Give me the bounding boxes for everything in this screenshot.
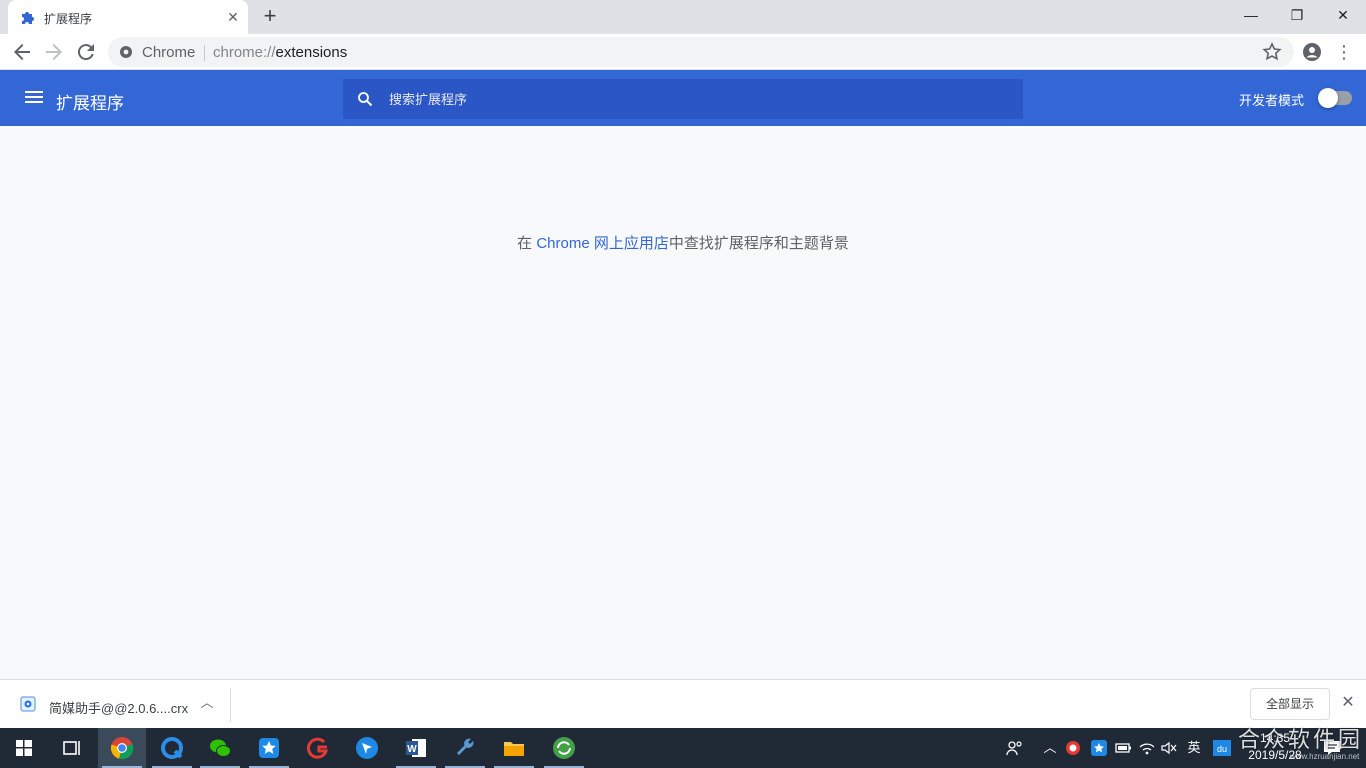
address-bar[interactable]: Chrome chrome://extensions [108,37,1294,67]
developer-mode-toggle[interactable] [1318,88,1352,108]
ime-indicator[interactable]: 英 [1184,738,1204,758]
reload-icon [77,44,94,61]
reload-button[interactable] [74,40,98,64]
web-store-link[interactable]: Chrome 网上应用店 [536,235,669,252]
tray-app-star-icon[interactable] [1090,738,1108,758]
word-icon: W [406,739,426,757]
crx-file-icon [20,696,36,712]
download-shelf: 简媒助手@@2.0.6....crx ︿ 全部显示 ✕ [0,679,1366,728]
taskbar-chrome[interactable] [98,728,146,768]
svg-text:du: du [1217,744,1227,754]
back-button[interactable] [10,40,34,64]
new-tab-button[interactable]: + [258,5,282,28]
windows-logo-icon [16,740,32,756]
site-watermark-url: www.hzruanjian.net [1290,752,1360,761]
browser-toolbar: Chrome chrome://extensions ⋮ [0,34,1366,70]
empty-state-message: 在 Chrome 网上应用店中查找扩展程序和主题背景 [0,232,1366,253]
tray-expand-icon[interactable]: ︿ [1040,738,1060,758]
wechat-icon [210,739,231,757]
page-title: 扩展程序 [56,94,124,113]
app-red-icon [306,737,329,759]
puzzle-icon [22,12,34,24]
close-shelf-icon[interactable]: ✕ [1338,693,1358,713]
app-bird-icon [356,737,378,759]
taskbar-app-star[interactable] [245,728,293,768]
forward-button[interactable] [42,40,66,64]
hamburger-menu-icon[interactable] [22,88,46,108]
chevron-up-icon[interactable]: ︿ [198,694,216,712]
taskbar-word[interactable]: W [392,728,440,768]
browser-q-icon [161,737,183,759]
site-label: Chrome [142,44,196,61]
tab-title: 扩展程序 [44,12,93,26]
download-file-name[interactable]: 简媒助手@@2.0.6....crx [49,698,188,717]
svg-text:W: W [407,744,417,755]
minimize-button[interactable]: — [1228,0,1274,32]
shelf-divider [230,688,231,722]
chrome-site-icon [120,46,132,58]
omnibox-divider [204,45,205,61]
extensions-header: 扩展程序 开发者模式 [0,70,1366,126]
extensions-content: 在 Chrome 网上应用店中查找扩展程序和主题背景 [0,126,1366,679]
app-green-icon [553,737,575,759]
battery-icon[interactable] [1114,738,1132,758]
chrome-icon [110,737,134,760]
toggle-knob [1318,88,1338,108]
back-arrow-icon [14,44,30,60]
baidu-input-icon[interactable]: du [1212,738,1232,758]
taskbar-wechat[interactable] [196,728,244,768]
task-view-icon [63,741,80,755]
tab-extensions[interactable]: 扩展程序 ✕ [8,0,248,34]
windows-taskbar: W ︿ 英 du 14:35 2019/5/28 [0,728,1366,768]
tray-app-red-icon[interactable] [1064,738,1082,758]
search-box[interactable] [343,79,1023,119]
title-bar: 扩展程序 ✕ + — ❐ ✕ [0,0,1366,34]
restore-button[interactable]: ❐ [1274,0,1320,32]
forward-arrow-icon [46,44,62,60]
wrench-icon [457,738,474,755]
file-explorer-icon [504,742,524,756]
volume-muted-icon[interactable] [1160,738,1178,758]
app-star-icon [259,738,279,758]
close-window-button[interactable]: ✕ [1320,0,1366,32]
bookmark-star-icon[interactable] [1260,40,1284,64]
tab-close-icon[interactable]: ✕ [224,8,242,26]
empty-message-suffix: 中查找扩展程序和主题背景 [668,235,849,252]
more-menu-icon[interactable]: ⋮ [1334,40,1354,64]
wifi-icon[interactable] [1138,738,1156,758]
taskbar-browser-q[interactable] [148,728,196,768]
profile-avatar-icon[interactable] [1300,40,1324,64]
url-text: chrome://extensions [213,44,348,61]
people-icon[interactable] [1004,738,1024,758]
start-button[interactable] [0,728,48,768]
show-all-button[interactable]: 全部显示 [1250,688,1330,720]
site-watermark: 合众软件园 [1238,727,1364,752]
task-view-button[interactable] [48,728,96,768]
taskbar-file-explorer[interactable] [490,728,538,768]
search-input[interactable] [389,89,989,109]
developer-mode-label: 开发者模式 [1239,93,1305,108]
taskbar-app-green[interactable] [540,728,588,768]
taskbar-app-red[interactable] [294,728,342,768]
empty-message-prefix: 在 [517,235,537,252]
taskbar-wrench[interactable] [441,728,489,768]
search-icon [358,92,373,107]
taskbar-app-bird[interactable] [343,728,391,768]
